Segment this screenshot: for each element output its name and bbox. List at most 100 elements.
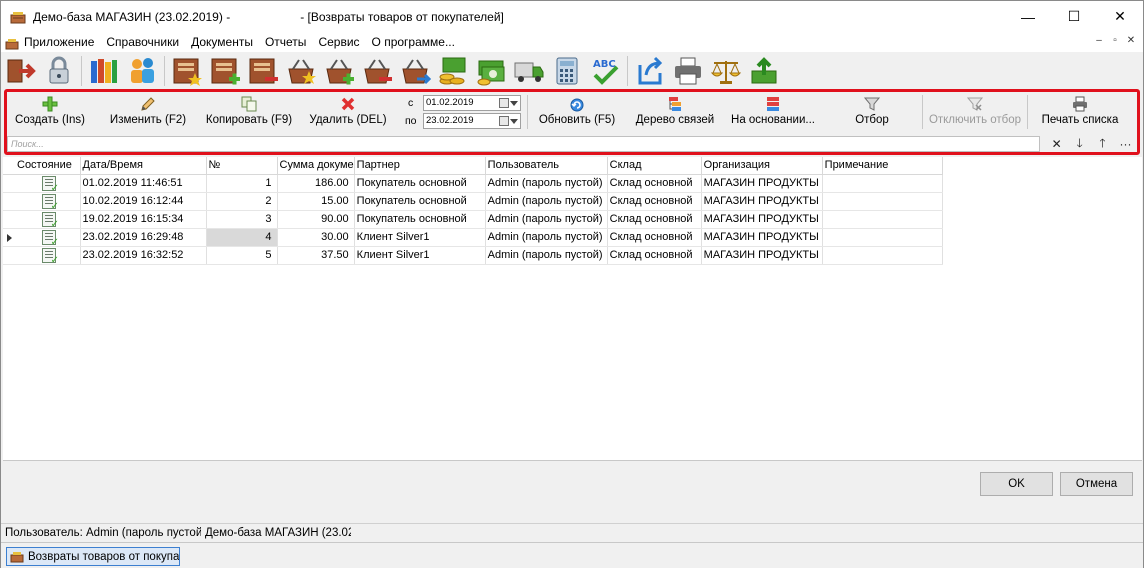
document-star-icon[interactable] bbox=[171, 55, 203, 87]
edit-button[interactable]: Изменить (F2) bbox=[93, 92, 203, 130]
table-row[interactable]: 19.02.2019 16:15:34 3 90.00 Покупатель о… bbox=[3, 210, 943, 229]
user-cell: Admin (пароль пустой) bbox=[485, 246, 608, 265]
mdi-restore-button[interactable]: ▫ bbox=[1107, 34, 1123, 49]
calendar-icon[interactable] bbox=[499, 116, 509, 126]
document-add-icon[interactable] bbox=[209, 55, 241, 87]
refresh-icon bbox=[569, 96, 585, 112]
table-row[interactable]: 10.02.2019 16:12:44 2 15.00 Покупатель о… bbox=[3, 192, 943, 211]
printer-icon bbox=[1072, 96, 1088, 112]
search-more-icon[interactable]: ··· bbox=[1114, 137, 1137, 151]
column-header[interactable]: Склад bbox=[607, 157, 702, 175]
spellcheck-icon[interactable]: ABC bbox=[589, 55, 621, 87]
status-user: Пользователь: Admin (пароль пустой) bbox=[5, 526, 201, 539]
document-posted-icon bbox=[42, 229, 59, 245]
store-cell: Склад основной bbox=[607, 210, 702, 229]
basket-remove-icon[interactable] bbox=[361, 55, 393, 87]
menu-references[interactable]: Справочники bbox=[100, 32, 185, 52]
print-list-button[interactable]: Печать списка bbox=[1028, 92, 1132, 130]
org-cell: МАГАЗИН ПРОДУКТЫ bbox=[701, 210, 823, 229]
ok-button[interactable]: OK bbox=[980, 472, 1053, 496]
delete-button[interactable]: Удалить (DEL) bbox=[295, 92, 401, 130]
table-row-selected[interactable]: 23.02.2019 16:29:48 4 30.00 Клиент Silve… bbox=[3, 228, 943, 247]
exit-icon[interactable] bbox=[5, 55, 37, 87]
row-marker bbox=[3, 228, 15, 247]
title-bar: Демо-база МАГАЗИН (23.02.2019) - - [Возв… bbox=[1, 1, 1143, 32]
calendar-icon[interactable] bbox=[499, 98, 509, 108]
search-next-icon[interactable]: 🡓 bbox=[1068, 134, 1091, 155]
search-prev-icon[interactable]: 🡑 bbox=[1091, 134, 1114, 155]
menu-app[interactable]: Приложение bbox=[1, 32, 100, 52]
search-input[interactable]: Поиск... bbox=[7, 136, 1041, 152]
column-header[interactable]: Организация bbox=[701, 157, 823, 175]
copy-label: Копировать (F9) bbox=[205, 114, 293, 126]
column-header[interactable]: Состояние bbox=[15, 157, 81, 175]
export-icon[interactable] bbox=[634, 55, 666, 87]
relations-tree-button[interactable]: Дерево связей bbox=[626, 92, 724, 130]
menu-service[interactable]: Сервис bbox=[312, 32, 365, 52]
chevron-down-icon[interactable] bbox=[510, 101, 518, 106]
status-cell bbox=[15, 246, 81, 265]
date-cell: 01.02.2019 11:46:51 bbox=[80, 174, 207, 193]
money-coins-icon[interactable] bbox=[437, 55, 469, 87]
column-header[interactable]: Сумма докуме bbox=[277, 157, 355, 175]
users-icon[interactable] bbox=[126, 55, 158, 87]
date-cell: 19.02.2019 16:15:34 bbox=[80, 210, 207, 229]
note-cell bbox=[822, 210, 943, 229]
document-posted-icon bbox=[42, 175, 59, 191]
copy-button[interactable]: Копировать (F9) bbox=[203, 92, 295, 130]
task-tab-returns[interactable]: Возвраты товаров от покупателей bbox=[6, 547, 180, 566]
create-button[interactable]: Создать (Ins) bbox=[7, 92, 93, 130]
money-bills-icon[interactable] bbox=[475, 55, 507, 87]
date-from-value: 01.02.2019 bbox=[426, 97, 474, 108]
store-cell: Склад основной bbox=[607, 192, 702, 211]
main-toolbar: ABC bbox=[1, 52, 1143, 89]
table-row[interactable]: 01.02.2019 11:46:51 1 186.00 Покупатель … bbox=[3, 174, 943, 193]
basket-add-icon[interactable] bbox=[323, 55, 355, 87]
date-from-label: с bbox=[408, 97, 414, 109]
edit-label: Изменить (F2) bbox=[109, 114, 187, 126]
column-header[interactable]: Примечание bbox=[822, 157, 943, 175]
tree-icon bbox=[667, 96, 683, 112]
cancel-button[interactable]: Отмена bbox=[1060, 472, 1133, 496]
basket-move-icon[interactable] bbox=[399, 55, 432, 87]
pencil-icon bbox=[140, 96, 156, 112]
chevron-down-icon[interactable] bbox=[510, 119, 518, 124]
column-header[interactable]: Дата/Время bbox=[80, 157, 207, 175]
date-to-input[interactable]: 23.02.2019 bbox=[423, 113, 521, 129]
menu-documents[interactable]: Документы bbox=[185, 32, 259, 52]
date-from-input[interactable]: 01.02.2019 bbox=[423, 95, 521, 111]
printer-icon[interactable] bbox=[672, 55, 704, 87]
document-remove-icon[interactable] bbox=[247, 55, 279, 87]
delivery-truck-icon[interactable] bbox=[513, 55, 545, 87]
column-header[interactable]: Пользователь bbox=[485, 157, 608, 175]
minimize-button[interactable]: — bbox=[1005, 1, 1051, 32]
scales-icon[interactable] bbox=[710, 55, 742, 87]
sum-cell: 15.00 bbox=[277, 192, 355, 211]
search-clear-icon[interactable]: ✕ bbox=[1045, 137, 1068, 151]
mdi-minimize-button[interactable]: – bbox=[1091, 34, 1107, 49]
close-button[interactable]: ✕ bbox=[1097, 1, 1143, 32]
basket-star-icon[interactable] bbox=[285, 55, 317, 87]
status-bar: Пользователь: Admin (пароль пустой) Демо… bbox=[1, 523, 1143, 541]
partner-cell: Клиент Silver1 bbox=[354, 246, 486, 265]
menu-reports[interactable]: Отчеты bbox=[259, 32, 312, 52]
based-on-button[interactable]: На основании... bbox=[724, 92, 822, 130]
refresh-button[interactable]: Обновить (F5) bbox=[528, 92, 626, 130]
lock-icon[interactable] bbox=[43, 55, 75, 87]
column-header[interactable]: Партнер bbox=[354, 157, 486, 175]
mdi-close-button[interactable]: ✕ bbox=[1123, 34, 1139, 49]
filter-button[interactable]: Отбор bbox=[822, 92, 922, 130]
date-cell: 10.02.2019 16:12:44 bbox=[80, 192, 207, 211]
status-cell bbox=[15, 210, 81, 229]
disable-filter-button[interactable]: Отключить отбор bbox=[923, 92, 1027, 130]
maximize-button[interactable]: ☐ bbox=[1051, 1, 1097, 32]
column-header[interactable]: № bbox=[206, 157, 278, 175]
menu-about[interactable]: О программе... bbox=[366, 32, 461, 52]
number-cell: 2 bbox=[206, 192, 278, 211]
table-row[interactable]: 23.02.2019 16:32:52 5 37.50 Клиент Silve… bbox=[3, 246, 943, 265]
current-row-arrow-icon bbox=[7, 233, 12, 242]
books-icon[interactable] bbox=[88, 55, 120, 87]
calculator-icon[interactable] bbox=[551, 55, 583, 87]
number-cell: 4 bbox=[206, 228, 278, 247]
upload-box-icon[interactable] bbox=[748, 55, 780, 87]
